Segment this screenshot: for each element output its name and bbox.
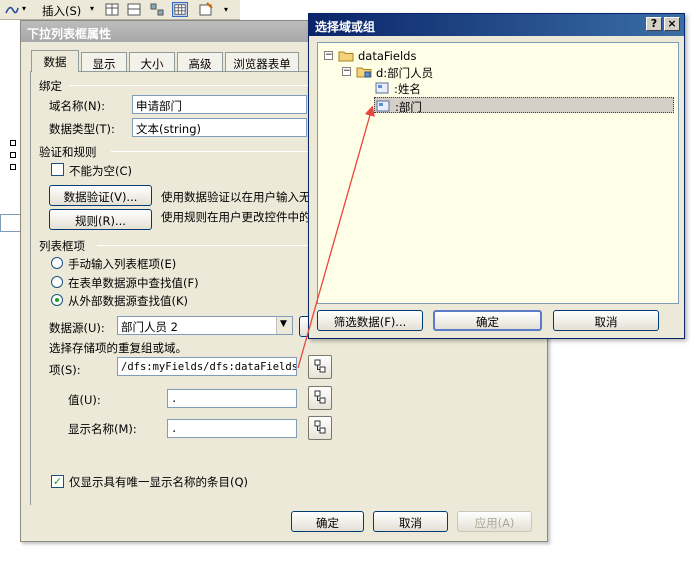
unique-only-checkbox[interactable]: ✓ xyxy=(51,475,64,488)
select-cancel-button[interactable]: 取消 xyxy=(553,310,659,331)
apply-button[interactable]: 应用(A) xyxy=(457,511,532,532)
dropdown-arrow-icon[interactable]: ▾ xyxy=(22,4,26,13)
select-hint: 选择存储项的重复组或域。 xyxy=(49,341,187,355)
layout-table-icon[interactable] xyxy=(126,2,142,17)
select-field-or-group-dialog: 选择域或组 ? × − dataFields − d:部门人员 :姓名 :部门 … xyxy=(308,13,685,339)
tab-data[interactable]: 数据 xyxy=(31,50,79,72)
select-display-name-button[interactable] xyxy=(308,416,332,440)
merge-cells-icon[interactable] xyxy=(149,2,165,17)
field-icon xyxy=(375,82,389,94)
validation-description: 使用数据验证以在用户输入无 xyxy=(161,190,311,204)
cancel-button[interactable]: 取消 xyxy=(373,511,448,532)
tree-node-label: d:部门人员 xyxy=(376,66,434,80)
collapse-icon[interactable]: − xyxy=(324,51,333,60)
field-tree[interactable]: − dataFields − d:部门人员 :姓名 :部门 xyxy=(317,42,679,304)
help-button[interactable]: ? xyxy=(646,17,662,31)
sign-icon[interactable] xyxy=(4,2,20,17)
repeating-group-icon xyxy=(356,67,372,78)
dropdown-arrow-icon[interactable]: ▾ xyxy=(90,4,94,13)
not-empty-checkbox[interactable] xyxy=(51,163,64,176)
list-items-group-label: 列表框项 xyxy=(39,239,85,253)
form-data-source-label[interactable]: 在表单数据源中查找值(F) xyxy=(68,275,199,291)
group-divider xyxy=(69,85,331,86)
group-divider xyxy=(111,151,331,152)
entries-label: 项(S): xyxy=(49,363,81,377)
toolbar-options-icon[interactable]: ▾ xyxy=(224,5,228,14)
tree-node-name[interactable]: :姓名 xyxy=(374,80,494,96)
table-icon[interactable] xyxy=(104,2,120,17)
collapse-icon[interactable]: − xyxy=(342,67,351,76)
select-value-button[interactable] xyxy=(308,386,332,410)
display-name-xpath-input[interactable]: . xyxy=(167,419,297,438)
selection-handle[interactable] xyxy=(10,140,16,146)
data-source-value: 部门人员 2 xyxy=(121,320,178,334)
tree-node-label: :部门 xyxy=(395,100,422,114)
selection-handle[interactable] xyxy=(10,152,16,158)
tree-select-icon xyxy=(314,420,326,434)
selection-handle[interactable] xyxy=(10,164,16,170)
field-name-label: 域名称(N): xyxy=(49,99,105,113)
external-data-source-radio[interactable] xyxy=(51,294,63,306)
rules-description: 使用规则在用户更改控件中的 xyxy=(161,210,311,224)
manual-entry-radio[interactable] xyxy=(51,257,63,269)
tab-size[interactable]: 大小 xyxy=(129,52,175,71)
group-divider xyxy=(97,245,331,246)
binding-group-label: 绑定 xyxy=(39,79,62,93)
dropdown-arrow-icon[interactable]: ▼ xyxy=(276,317,292,334)
select-dialog-titlebar[interactable]: 选择域或组 xyxy=(309,14,684,36)
data-source-select[interactable]: 部门人员 2 ▼ xyxy=(117,316,293,335)
data-type-label: 数据类型(T): xyxy=(49,122,115,136)
ok-button[interactable]: 确定 xyxy=(291,511,364,532)
background-toolbar: ▾ 插入(S) ▾ ▾ xyxy=(0,0,240,20)
rules-button[interactable]: 规则(R)... xyxy=(49,209,152,230)
field-name-input[interactable]: 申请部门 xyxy=(132,95,307,114)
folder-icon xyxy=(338,51,354,62)
external-data-source-label[interactable]: 从外部数据源查找值(K) xyxy=(68,293,188,309)
data-source-label: 数据源(U): xyxy=(49,321,105,335)
tab-display[interactable]: 显示 xyxy=(81,52,127,71)
entries-xpath-input[interactable]: /dfs:myFields/dfs:dataFields/ xyxy=(117,357,297,376)
properties-icon[interactable] xyxy=(198,2,214,17)
select-ok-button[interactable]: 确定 xyxy=(433,310,542,331)
tree-node-datafields[interactable]: − dataFields xyxy=(322,48,502,64)
tree-node-label: :姓名 xyxy=(394,82,421,96)
tree-node-department-staff[interactable]: − d:部门人员 xyxy=(340,64,520,80)
tree-node-department[interactable]: :部门 xyxy=(374,97,674,114)
display-name-label: 显示名称(M): xyxy=(68,422,137,436)
tree-node-label: dataFields xyxy=(358,49,417,63)
unique-only-label[interactable]: 仅显示具有唯一显示名称的条目(Q) xyxy=(69,474,248,490)
filter-data-button[interactable]: 筛选数据(F)... xyxy=(317,310,423,331)
tab-browser-forms[interactable]: 浏览器表单 xyxy=(225,52,299,71)
grid-icon[interactable] xyxy=(172,2,188,17)
validation-group-label: 验证和规则 xyxy=(39,145,97,159)
insert-menu[interactable]: 插入(S) xyxy=(42,3,81,19)
close-button[interactable]: × xyxy=(664,17,680,31)
form-data-source-radio[interactable] xyxy=(51,276,63,288)
not-empty-label[interactable]: 不能为空(C) xyxy=(69,163,132,179)
field-icon xyxy=(376,100,390,112)
select-dialog-title: 选择域或组 xyxy=(315,20,376,34)
tree-select-icon xyxy=(314,390,326,404)
tree-select-icon xyxy=(314,359,326,373)
value-label: 值(U): xyxy=(68,393,101,407)
value-xpath-input[interactable]: . xyxy=(167,389,297,408)
data-validation-button[interactable]: 数据验证(V)... xyxy=(49,185,152,206)
data-type-select[interactable]: 文本(string) xyxy=(132,118,307,137)
select-xpath-button[interactable] xyxy=(308,355,332,379)
tab-advanced[interactable]: 高级 xyxy=(177,52,223,71)
manual-entry-label[interactable]: 手动输入列表框项(E) xyxy=(68,256,176,272)
